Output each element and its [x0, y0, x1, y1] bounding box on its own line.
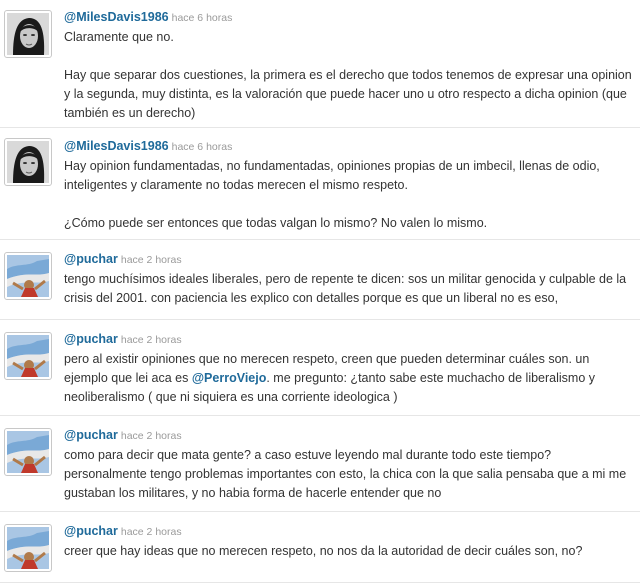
- timestamp[interactable]: hace 2 horas: [121, 334, 182, 346]
- tweet-text: tengo muchísimos ideales liberales, pero…: [64, 272, 627, 305]
- timestamp[interactable]: hace 6 horas: [172, 12, 233, 24]
- tweet-item: @puchar hace 2 horas como para decir que …: [0, 416, 640, 512]
- tweet-text: ¿Cómo puede ser entonces que todas valga…: [64, 216, 488, 230]
- tweet-item: @MilesDavis1986 hace 6 horas Hay opinion …: [0, 128, 640, 240]
- mention-link[interactable]: @PerroViejo: [192, 371, 267, 385]
- tweet-feed: @MilesDavis1986 hace 6 horas Claramente q…: [0, 0, 640, 583]
- avatar[interactable]: [4, 10, 52, 58]
- tweet-item: @MilesDavis1986 hace 6 horas Claramente q…: [0, 0, 640, 128]
- tweet-text: Claramente que no.: [64, 30, 174, 44]
- username-link[interactable]: @puchar: [64, 252, 118, 266]
- timestamp[interactable]: hace 6 horas: [172, 141, 233, 153]
- avatar[interactable]: [4, 332, 52, 380]
- username-link[interactable]: @MilesDavis1986: [64, 10, 169, 24]
- user-avatar-flag-icon: [7, 431, 49, 473]
- user-avatar-flag-icon: [7, 527, 49, 569]
- timestamp[interactable]: hace 2 horas: [121, 430, 182, 442]
- avatar[interactable]: [4, 138, 52, 186]
- user-avatar-flag-icon: [7, 255, 49, 297]
- username-link[interactable]: @puchar: [64, 428, 118, 442]
- tweet-item: @puchar hace 2 horas creer que hay ideas …: [0, 512, 640, 583]
- user-avatar-portrait-icon: [7, 141, 49, 183]
- avatar[interactable]: [4, 524, 52, 572]
- tweet-text: creer que hay ideas que no merecen respe…: [64, 544, 583, 558]
- tweet-item: @puchar hace 2 horas tengo muchísimos ide…: [0, 240, 640, 320]
- tweet-item: @puchar hace 2 horas pero al existir opin…: [0, 320, 640, 416]
- avatar[interactable]: [4, 428, 52, 476]
- tweet-text: Hay opinion fundamentadas, no fundamenta…: [64, 159, 600, 192]
- timestamp[interactable]: hace 2 horas: [121, 526, 182, 538]
- tweet-text: como para decir que mata gente? a caso e…: [64, 448, 627, 500]
- tweet-text: Hay que separar dos cuestiones, la prime…: [64, 68, 632, 120]
- username-link[interactable]: @puchar: [64, 332, 118, 346]
- username-link[interactable]: @MilesDavis1986: [64, 139, 169, 153]
- username-link[interactable]: @puchar: [64, 524, 118, 538]
- tweet-text: pero al existir opiniones que no merecen…: [64, 350, 632, 407]
- user-avatar-flag-icon: [7, 335, 49, 377]
- avatar[interactable]: [4, 252, 52, 300]
- user-avatar-portrait-icon: [7, 13, 49, 55]
- timestamp[interactable]: hace 2 horas: [121, 254, 182, 266]
